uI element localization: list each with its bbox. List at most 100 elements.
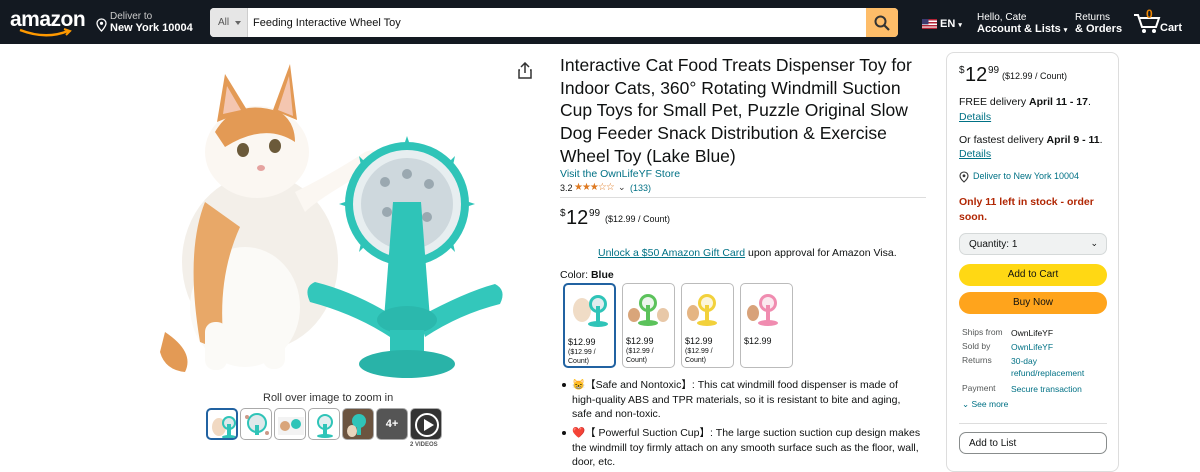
thumbnail-5[interactable] — [342, 408, 374, 440]
sold-by-label: Sold by — [962, 341, 991, 351]
thumbnail-1[interactable] — [206, 408, 238, 440]
thumbnail-image — [317, 414, 333, 438]
add-to-cart-button[interactable]: Add to Cart — [959, 264, 1107, 286]
thumbnail-2[interactable] — [240, 408, 272, 440]
color-value: Blue — [590, 269, 614, 281]
price-per-count: ($12.99 / Count) — [1002, 71, 1068, 81]
logo-smile-icon — [19, 28, 72, 37]
see-more-label: See more — [971, 399, 1009, 409]
search-input[interactable] — [248, 8, 866, 37]
fastest-delivery-prefix: Or fastest delivery — [959, 134, 1047, 146]
rating-count-link[interactable]: (133) — [630, 183, 651, 193]
price-whole: 12 — [566, 207, 589, 229]
gift-card-link[interactable]: Unlock a $50 Amazon Gift Card — [598, 247, 745, 259]
rating-value: 3.2 — [560, 183, 573, 193]
swatch-price: $12.99 — [685, 336, 713, 346]
swatch-green[interactable]: $12.99 ($12.99 / Count) — [622, 283, 675, 368]
location-pin-icon — [959, 171, 969, 183]
play-icon — [415, 413, 439, 437]
free-delivery-info: FREE delivery April 11 - 17. — [959, 95, 1109, 110]
price-symbol: $ — [560, 208, 566, 219]
cart-count: 0 — [1146, 7, 1153, 21]
swatch-price: $12.99 — [626, 336, 654, 346]
cart-label: Cart — [1160, 22, 1183, 34]
caret-down-icon — [235, 21, 241, 25]
gift-card-text: upon approval for Amazon Visa. — [748, 247, 897, 259]
see-more-link[interactable]: ⌄ See more — [962, 399, 1008, 410]
deliver-to-location-text: New York 10004 — [110, 22, 193, 34]
account-lists-menu[interactable]: Hello, Cate Account & Lists ▾ — [977, 12, 1067, 35]
thumbnail-image — [347, 414, 366, 437]
share-icon[interactable] — [517, 62, 533, 80]
swatch-image — [747, 294, 778, 326]
fastest-delivery-suffix: . — [1099, 134, 1103, 146]
fastest-delivery-date: April 9 - 11 — [1046, 134, 1100, 146]
feature-bullet: ❤️【 Powerful Suction Cup】: The large suc… — [560, 426, 922, 470]
thumbnail-3[interactable] — [274, 408, 306, 440]
free-delivery-date: April 11 - 17 — [1029, 96, 1088, 108]
secure-transaction-link[interactable]: Secure transaction — [1011, 383, 1106, 395]
orders-label: & Orders — [1075, 23, 1123, 35]
caret-down-icon: ▾ — [958, 22, 962, 29]
free-delivery-suffix: . — [1087, 96, 1091, 108]
free-delivery-details-link[interactable]: Details — [959, 111, 991, 123]
zoom-hint: Roll over image to zoom in — [263, 392, 394, 404]
thumbnail-image — [245, 413, 269, 435]
store-link[interactable]: Visit the OwnLifeYF Store — [560, 168, 680, 180]
more-images-count: 4+ — [385, 418, 399, 430]
free-delivery-prefix: FREE delivery — [959, 96, 1030, 108]
swatch-blue[interactable]: $12.99 ($12.99 / Count) — [563, 283, 616, 368]
rating-row: 3.2 ★★★☆☆ ⌄ (133) — [560, 182, 651, 193]
thumbnail-image — [278, 417, 304, 435]
star-rating-icon[interactable]: ★★★☆☆ — [574, 182, 615, 193]
feature-bullet: 😸【Safe and Nontoxic】: This cat windmill … — [560, 378, 922, 422]
swatch-yellow[interactable]: $12.99 ($12.99 / Count) — [681, 283, 734, 368]
returns-orders-link[interactable]: Returns & Orders — [1075, 12, 1122, 35]
product-title: Interactive Cat Food Treats Dispenser To… — [560, 55, 912, 166]
swatch-image — [573, 295, 608, 327]
payment-label: Payment — [962, 383, 996, 393]
location-pin-icon — [96, 18, 107, 32]
stock-status: Only 11 left in stock - order soon. — [959, 196, 1094, 223]
color-selection-label: Color: Blue — [560, 269, 614, 281]
chevron-down-icon: ⌄ — [1090, 238, 1098, 248]
buy-box: $ 12 99 ($12.99 / Count) FREE delivery A… — [946, 52, 1119, 472]
price-whole: 12 — [965, 64, 988, 86]
swatch-price-per: ($12.99 / Count) — [568, 349, 596, 365]
swatch-price-per: ($12.99 / Count) — [626, 348, 654, 364]
returns-label: Returns — [1075, 12, 1111, 23]
quantity-label: Quantity: — [969, 239, 1010, 250]
returns-policy-link[interactable]: 30-day refund/replacement — [1011, 355, 1106, 379]
deliver-to-text: Deliver to New York 10004 — [973, 171, 1080, 181]
search-category-dropdown[interactable]: All — [210, 8, 248, 37]
thumbnail-image — [212, 416, 236, 438]
divider — [560, 197, 926, 198]
price-symbol: $ — [959, 65, 965, 76]
video-thumbnail[interactable] — [410, 408, 442, 440]
color-label: Color: — [560, 269, 589, 281]
add-to-list-button[interactable]: Add to List — [959, 432, 1107, 454]
chevron-down-icon: ⌄ — [962, 399, 970, 409]
more-images-thumbnail[interactable]: 4+ — [376, 408, 408, 440]
amazon-logo[interactable]: amazon — [10, 8, 86, 38]
us-flag-icon — [922, 19, 937, 29]
quantity-select[interactable]: Quantity: 1 ⌄ — [959, 233, 1107, 255]
feature-text: ❤️【 Powerful Suction Cup】: The large suc… — [572, 427, 921, 468]
cart-button[interactable]: 0 Cart — [1133, 7, 1193, 37]
caret-down-icon: ▾ — [1063, 27, 1068, 34]
swatch-price: $12.99 — [744, 336, 772, 346]
sold-by-link[interactable]: OwnLifeYF — [1011, 341, 1106, 353]
buy-now-button[interactable]: Buy Now — [959, 292, 1107, 314]
search-button[interactable] — [866, 8, 898, 37]
fastest-delivery-details-link[interactable]: Details — [959, 148, 991, 160]
bullet-dot — [562, 431, 566, 435]
thumbnail-4[interactable] — [308, 408, 340, 440]
fastest-delivery-info: Or fastest delivery April 9 - 11. — [959, 133, 1109, 148]
chevron-down-icon[interactable]: ⌄ — [618, 182, 626, 193]
price-fraction: 99 — [589, 208, 601, 219]
bullet-dot — [562, 383, 566, 387]
main-product-image[interactable] — [145, 52, 515, 382]
swatch-pink[interactable]: $12.99 — [740, 283, 793, 368]
search-bar: All — [210, 8, 898, 37]
account-greeting: Hello, Cate — [977, 12, 1027, 23]
